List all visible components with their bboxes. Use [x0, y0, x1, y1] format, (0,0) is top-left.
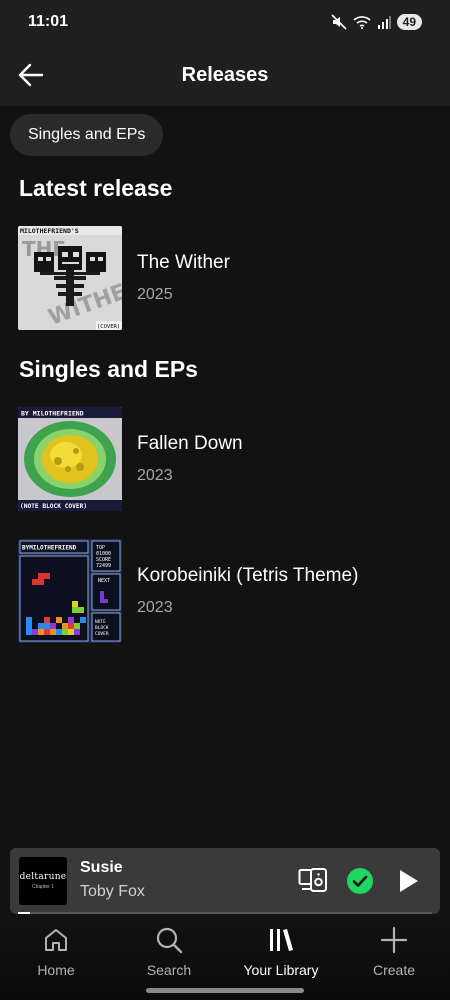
mini-player-cover: deltarune Chapter 1 [19, 857, 67, 905]
top-app-bar: Releases [0, 44, 450, 106]
nav-search[interactable]: Search [119, 926, 219, 986]
playback-progress-bar[interactable] [18, 912, 432, 914]
nav-create-label: Create [372, 962, 416, 978]
release-year: 2025 [137, 286, 173, 303]
svg-text:BY MILOTHEFRIEND: BY MILOTHEFRIEND [21, 410, 84, 418]
status-icons: 49 [331, 14, 422, 30]
nav-your-library[interactable]: Your Library [231, 926, 331, 986]
release-year: 2023 [137, 467, 173, 484]
svg-text:(NOTE BLOCK COVER): (NOTE BLOCK COVER) [20, 503, 87, 510]
mini-cover-title: deltarune [19, 872, 67, 882]
release-info: Korobeiniki (Tetris Theme) 2023 [137, 565, 358, 617]
release-row-korobeiniki[interactable]: BYMILOTHEFRIEND TOP 01000 SCORE 72499 NE… [18, 538, 432, 644]
album-cover-fallen-down: BY MILOTHEFRIEND (NOTE BLOCK COVER) [18, 407, 122, 511]
svg-text:BYMILOTHEFRIEND: BYMILOTHEFRIEND [22, 545, 77, 552]
wifi-icon [353, 15, 371, 29]
nav-your-library-label: Your Library [243, 962, 319, 978]
plus-icon [380, 926, 408, 954]
section-heading-latest: Latest release [19, 175, 173, 201]
mute-icon [331, 14, 347, 30]
svg-text:NEXT: NEXT [98, 578, 110, 584]
release-title: The Wither [137, 252, 230, 273]
section-heading-singles: Singles and EPs [19, 356, 198, 382]
library-icon [270, 929, 293, 951]
svg-text:MILOTHEFRIEND'S: MILOTHEFRIEND'S [20, 227, 79, 235]
svg-text:BLOCK: BLOCK [95, 625, 109, 631]
svg-text:72499: 72499 [96, 563, 111, 569]
album-cover-korobeiniki: BYMILOTHEFRIEND TOP 01000 SCORE 72499 NE… [18, 539, 122, 643]
home-indicator [146, 988, 304, 993]
release-title: Fallen Down [137, 433, 243, 454]
battery-indicator: 49 [396, 14, 422, 30]
mini-player[interactable]: deltarune Chapter 1 Susie Toby Fox [10, 848, 440, 914]
nav-search-label: Search [146, 962, 192, 978]
search-icon [156, 927, 183, 954]
album-cover-the-wither: MILOTHEFRIEND'S THE WITHER (COVER) [18, 226, 122, 330]
play-icon[interactable] [396, 868, 420, 899]
arrow-left-icon [18, 63, 44, 87]
mini-cover-subtitle: Chapter 1 [32, 884, 54, 890]
connect-devices-icon[interactable] [298, 866, 328, 899]
release-row-fallen-down[interactable]: BY MILOTHEFRIEND (NOTE BLOCK COVER) Fall… [18, 406, 432, 512]
status-time: 11:01 [28, 13, 69, 30]
release-year: 2023 [137, 599, 173, 616]
filter-chip-singles-eps[interactable]: Singles and EPs [10, 114, 164, 156]
track-title: Susie [80, 859, 123, 876]
back-button[interactable] [14, 58, 48, 92]
svg-text:(COVER): (COVER) [97, 324, 120, 330]
nav-home[interactable]: Home [6, 926, 106, 986]
track-artist: Toby Fox [80, 883, 145, 900]
release-row-latest[interactable]: MILOTHEFRIEND'S THE WITHER (COVER) The W… [18, 225, 432, 331]
playback-progress-fill [18, 912, 31, 914]
svg-text:COVER: COVER [95, 631, 109, 637]
status-bar: 11:01 49 [0, 0, 450, 44]
nav-create[interactable]: Create [344, 926, 444, 986]
home-icon [45, 929, 67, 951]
page-title: Releases [181, 63, 269, 86]
release-title: Korobeiniki (Tetris Theme) [137, 565, 359, 586]
nav-home-label: Home [37, 962, 75, 978]
release-info: Fallen Down 2023 [137, 433, 243, 485]
saved-check-icon[interactable] [347, 868, 373, 899]
signal-icon [377, 15, 391, 29]
release-info: The Wither 2025 [137, 252, 230, 304]
svg-text:NOTE: NOTE [95, 619, 106, 625]
